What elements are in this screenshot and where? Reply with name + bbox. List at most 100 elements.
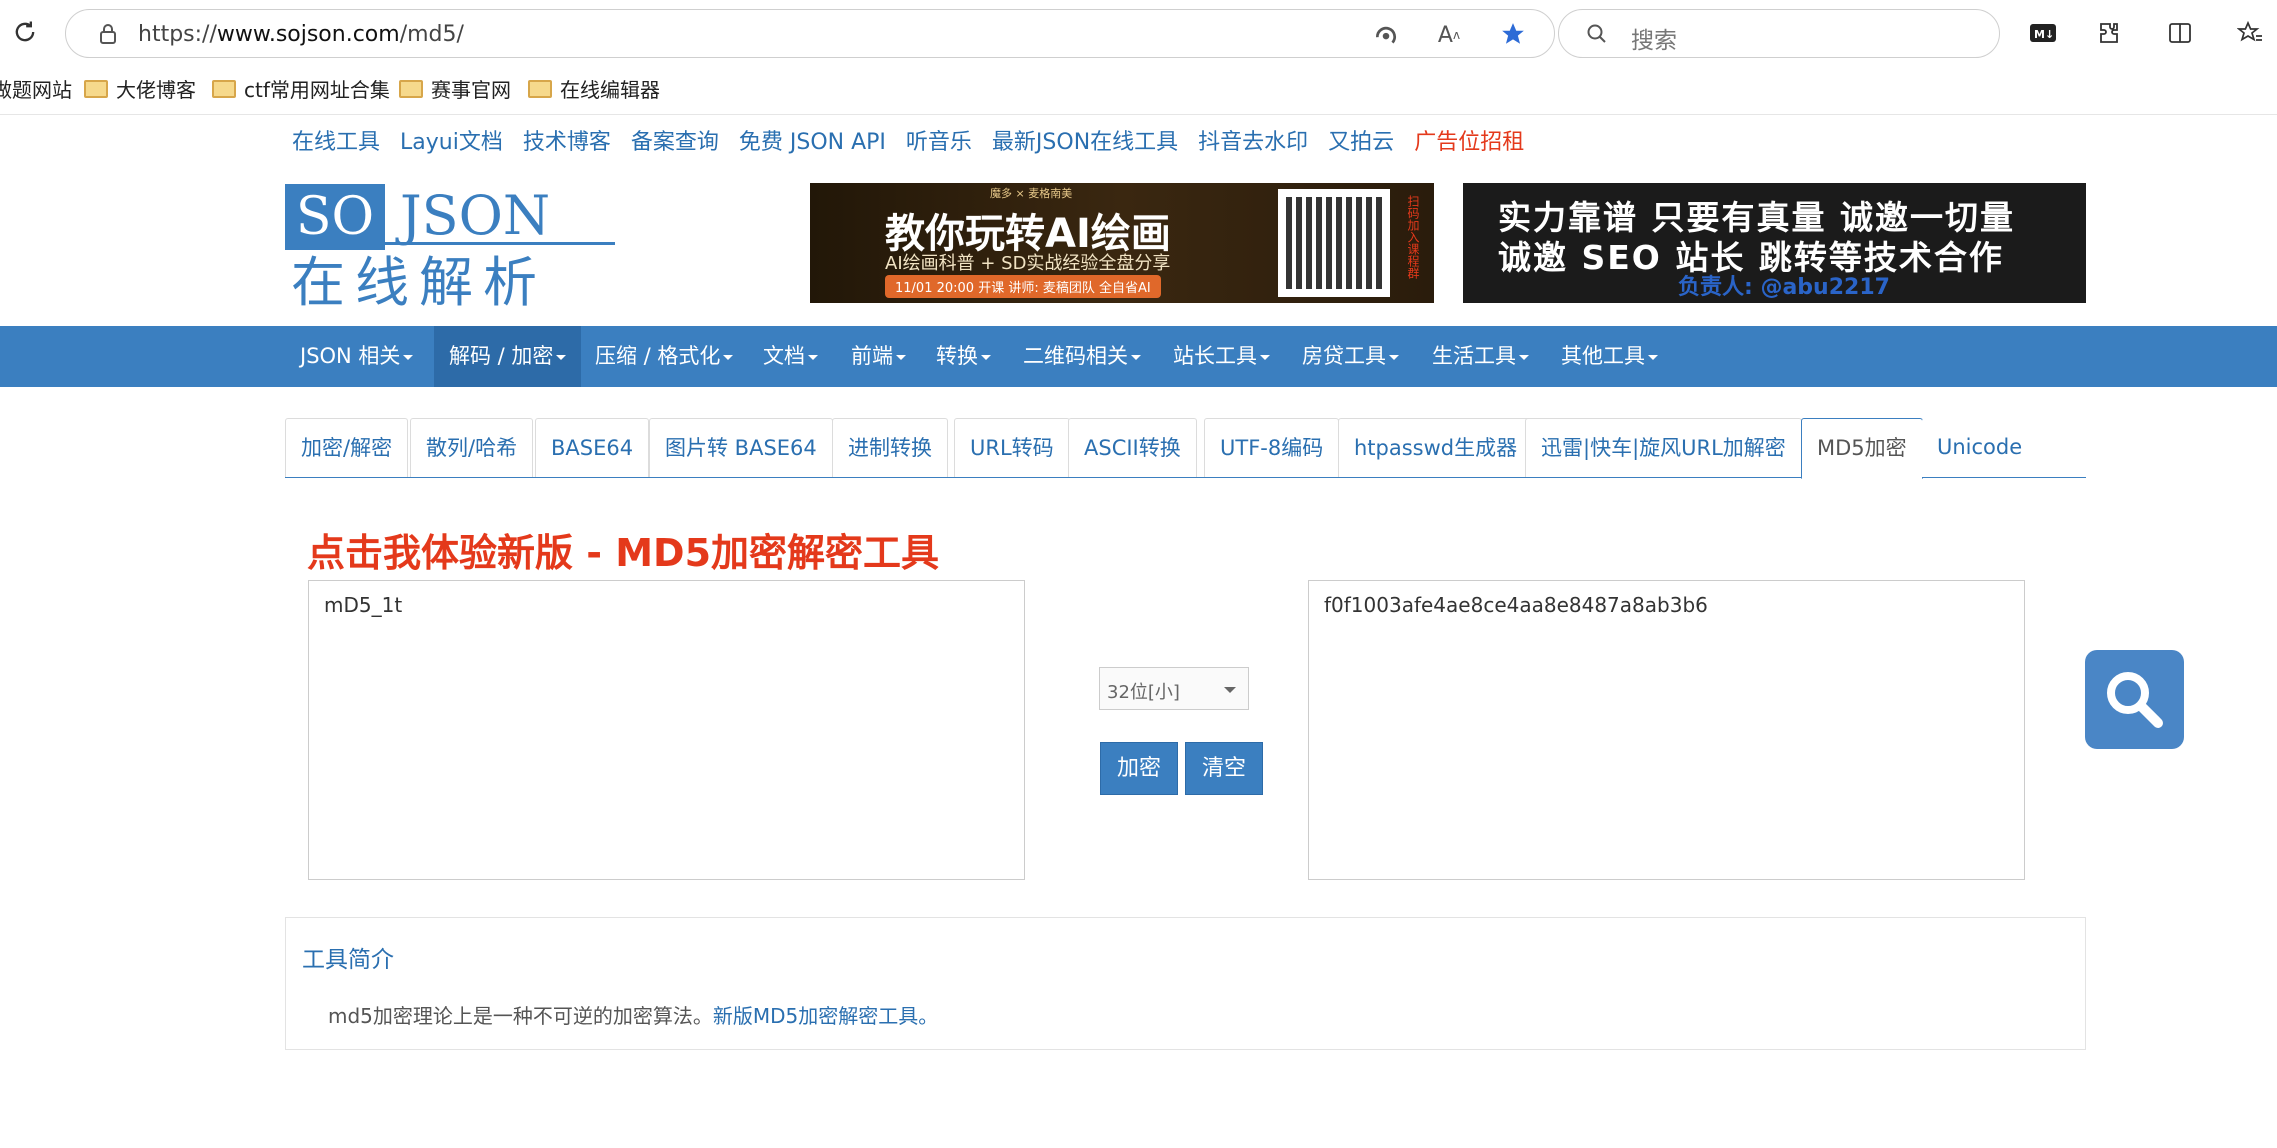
caret-down-icon: [981, 354, 991, 360]
toplink-ad[interactable]: 广告位招租: [1414, 130, 1524, 155]
logo-subtitle: 在线解析: [291, 251, 547, 314]
tab-base64[interactable]: BASE64: [535, 418, 650, 477]
svg-text:M↓: M↓: [2034, 28, 2054, 41]
bookmark-folder[interactable]: ctf常用网址合集: [212, 74, 390, 103]
tool-tabs: 加密/解密 散列/哈希 BASE64 图片转 BASE64 进制转换 URL转码…: [285, 418, 2086, 479]
caret-down-icon: [1519, 354, 1529, 360]
tab-md5[interactable]: MD5加密: [1801, 418, 1923, 479]
reload-icon[interactable]: [8, 15, 42, 49]
encrypt-button[interactable]: 加密: [1100, 742, 1178, 795]
bookmark-folder[interactable]: 在线编辑器: [528, 74, 660, 103]
intro-title: 工具简介: [302, 947, 394, 973]
clear-button[interactable]: 清空: [1185, 742, 1263, 795]
md5-length-select[interactable]: 32位[小]: [1099, 667, 1249, 710]
folder-icon: [399, 79, 423, 98]
site-logo[interactable]: SO JSON 在线解析: [285, 184, 615, 314]
bookmark-item[interactable]: 做题网站: [0, 74, 72, 103]
magnifier-icon: [2106, 671, 2163, 728]
caret-down-icon: [556, 354, 567, 360]
bookmark-folder[interactable]: 赛事官网: [399, 74, 511, 103]
caret-down-icon: [1131, 354, 1141, 360]
folder-icon: [84, 79, 108, 98]
logo-bar: [385, 242, 615, 245]
ad-tag: 11/01 20:00 开课 讲师: 麦稿团队 全自省AI: [885, 275, 1161, 298]
floating-search-button[interactable]: [2085, 650, 2184, 749]
toplink[interactable]: 技术博客: [523, 130, 611, 155]
nav-other[interactable]: 其他工具: [1546, 326, 1673, 387]
qr-code-image: [1278, 189, 1390, 297]
browser-chrome: https://www.sojson.com/md5/ Aʌ 搜索 M↓ 做题网…: [0, 0, 2277, 114]
browser-search-box[interactable]: 搜索: [1558, 9, 2000, 58]
address-bar[interactable]: https://www.sojson.com/md5/ Aʌ: [65, 9, 1555, 58]
top-links: 在线工具 Layui文档 技术博客 备案查询 免费 JSON API 听音乐 最…: [292, 124, 1537, 156]
new-md5-tool-link[interactable]: 新版MD5加密解密工具。: [713, 1004, 938, 1028]
lock-icon[interactable]: [94, 20, 122, 48]
url-text: https://www.sojson.com/md5/: [138, 22, 464, 47]
main-nav: JSON 相关 解码 / 加密 压缩 / 格式化 文档 前端 转换 二维码相关 …: [0, 326, 2277, 387]
nav-life[interactable]: 生活工具: [1417, 326, 1544, 387]
logo-so: SO: [285, 184, 385, 250]
tab-htpasswd[interactable]: htpasswd生成器: [1338, 418, 1534, 477]
nav-mortgage[interactable]: 房贷工具: [1287, 326, 1414, 387]
tab-encrypt-decrypt[interactable]: 加密/解密: [285, 418, 409, 477]
nav-docs[interactable]: 文档: [748, 326, 833, 387]
read-aloud-icon[interactable]: Aʌ: [1434, 20, 1464, 50]
markdown-extension-icon[interactable]: M↓: [2028, 18, 2058, 48]
tab-hash[interactable]: 散列/哈希: [410, 418, 534, 477]
md5-input[interactable]: mD5_1t: [308, 580, 1025, 880]
split-screen-icon[interactable]: [2165, 18, 2195, 48]
tab-ascii[interactable]: ASCII转换: [1068, 418, 1197, 477]
md5-output[interactable]: f0f1003afe4ae8ce4aa8e8487a8ab3b6: [1308, 580, 2025, 880]
divider: [0, 114, 2277, 115]
ad-subline: AI绘画科普 + SD实战经验全盘分享: [885, 253, 1171, 274]
select-value: 32位[小]: [1107, 682, 1180, 703]
bookmark-folder[interactable]: 大佬博客: [84, 74, 196, 103]
ad-banner-ai-painting[interactable]: 魔多 × 麦格南美 教你玩转AI绘画 AI绘画科普 + SD实战经验全盘分享 1…: [810, 183, 1434, 303]
nav-decode-encrypt[interactable]: 解码 / 加密: [434, 326, 582, 387]
intro-text: md5加密理论上是一种不可逆的加密算法。新版MD5加密解密工具。: [328, 1004, 939, 1028]
caret-down-icon: [1648, 354, 1658, 360]
tab-url[interactable]: URL转码: [954, 418, 1070, 477]
caret-down-icon: [723, 354, 734, 360]
tab-unicode[interactable]: Unicode: [1922, 418, 2038, 477]
caret-down-icon: [896, 354, 906, 360]
toplink[interactable]: 听音乐: [906, 130, 972, 155]
caret-down-icon: [808, 354, 818, 360]
nav-convert[interactable]: 转换: [921, 326, 1006, 387]
favorites-icon[interactable]: [2235, 18, 2265, 48]
tab-thunder-url[interactable]: 迅雷|快车|旋风URL加解密: [1525, 418, 1802, 477]
toplink[interactable]: 抖音去水印: [1198, 130, 1308, 155]
extensions-puzzle-icon[interactable]: [2094, 18, 2124, 48]
toplink[interactable]: 最新JSON在线工具: [992, 130, 1178, 155]
search-placeholder: 搜索: [1631, 28, 1677, 54]
toplink[interactable]: 免费 JSON API: [739, 130, 886, 155]
promo-link[interactable]: 点击我体验新版 - MD5加密解密工具: [307, 522, 939, 577]
caret-down-icon: [403, 354, 414, 360]
bookmarks-bar: 做题网站 大佬博客 ctf常用网址合集 赛事官网 在线编辑器: [0, 62, 2277, 110]
caret-down-icon: [1260, 354, 1270, 360]
tool-intro-panel: 工具简介 md5加密理论上是一种不可逆的加密算法。新版MD5加密解密工具。: [285, 917, 2086, 1050]
nav-compress-format[interactable]: 压缩 / 格式化: [580, 326, 748, 387]
toplink[interactable]: 又拍云: [1328, 130, 1394, 155]
favorite-star-icon[interactable]: [1496, 18, 1530, 50]
edge-app-icon[interactable]: [1371, 20, 1401, 50]
nav-frontend[interactable]: 前端: [836, 326, 921, 387]
toplink[interactable]: 备案查询: [631, 130, 719, 155]
nav-qrcode[interactable]: 二维码相关: [1008, 326, 1156, 387]
logo-json: JSON: [400, 184, 551, 247]
tab-utf8[interactable]: UTF-8编码: [1204, 418, 1340, 477]
ad2-contact: 负责人: @abu2217: [1678, 275, 1890, 300]
toplink[interactable]: 在线工具: [292, 130, 380, 155]
tab-image-base64[interactable]: 图片转 BASE64: [649, 418, 833, 477]
folder-icon: [212, 79, 236, 98]
ad-side-text: 扫码加入课程群: [1406, 195, 1420, 279]
search-icon: [1583, 20, 1611, 48]
ad-brand: 魔多 × 麦格南美: [990, 187, 1073, 200]
nav-json[interactable]: JSON 相关: [285, 326, 428, 387]
tab-radix[interactable]: 进制转换: [832, 418, 948, 477]
chevron-down-icon: [1224, 687, 1236, 693]
nav-webmaster[interactable]: 站长工具: [1158, 326, 1285, 387]
ad-banner-seo[interactable]: 实力靠谱 只要有真量 诚邀一切量 诚邀 SEO 站长 跳转等技术合作 负责人: …: [1463, 183, 2086, 303]
folder-icon: [528, 79, 552, 98]
toplink[interactable]: Layui文档: [400, 130, 503, 155]
